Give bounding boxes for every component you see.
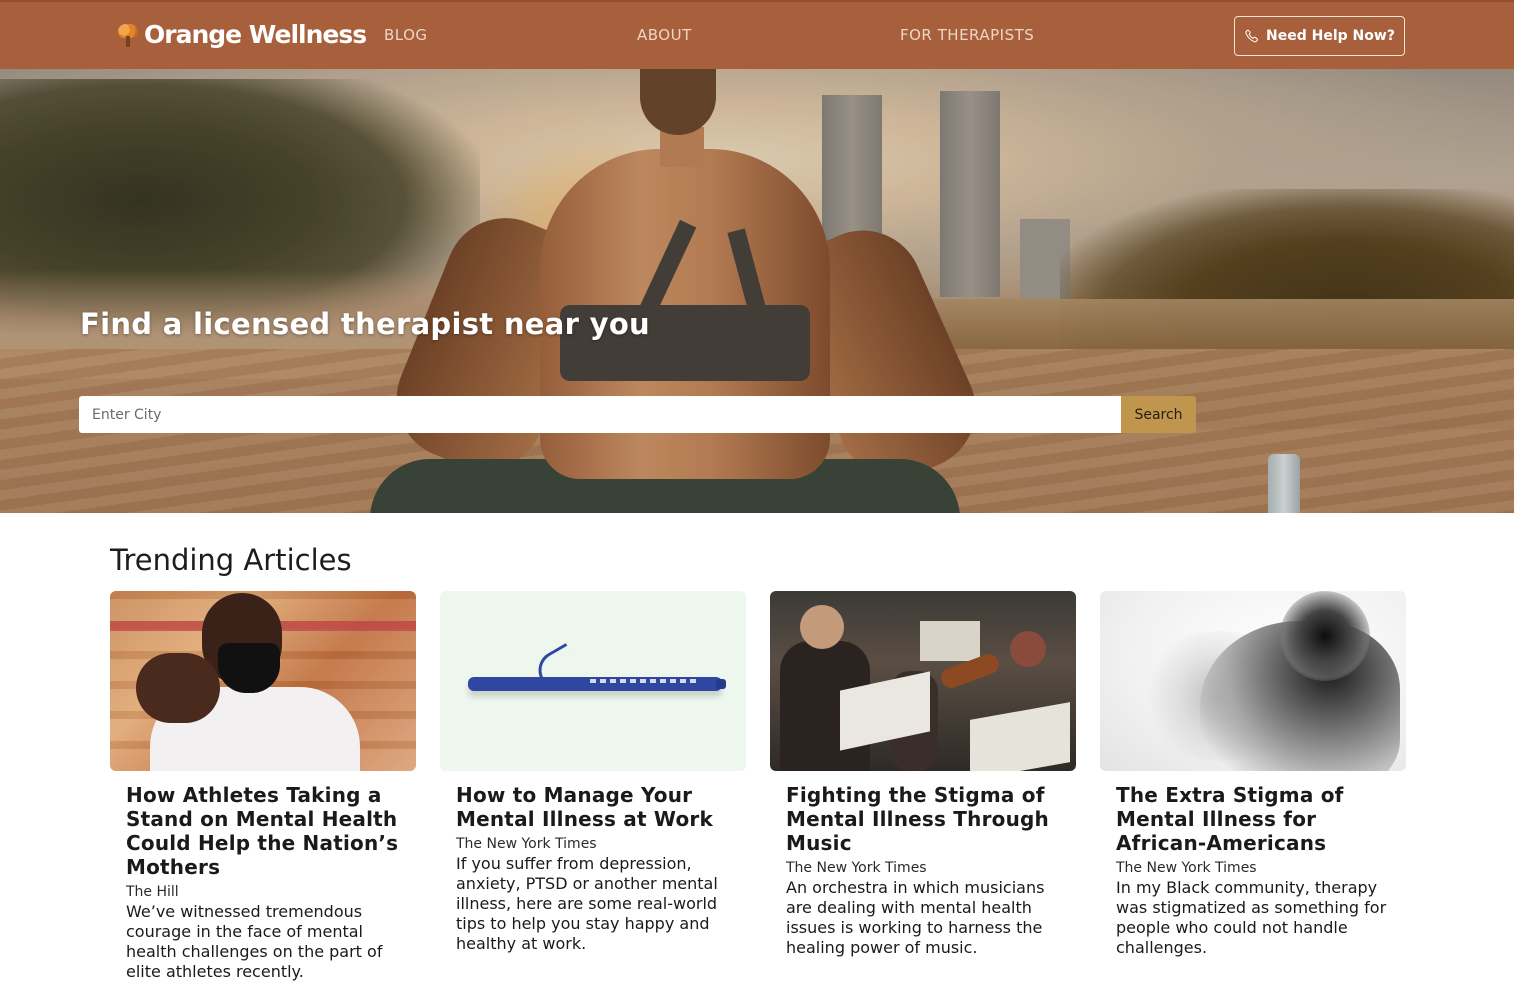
- article-card[interactable]: The Extra Stigma of Mental Illness for A…: [1100, 591, 1406, 958]
- article-card[interactable]: How to Manage Your Mental Illness at Wor…: [440, 591, 746, 954]
- article-thumbnail[interactable]: [440, 591, 746, 771]
- article-title[interactable]: How to Manage Your Mental Illness at Wor…: [456, 783, 730, 831]
- article-source: The New York Times: [1116, 860, 1257, 876]
- navbar: Orange Wellness BLOG ABOUT FOR THERAPIST…: [0, 0, 1514, 69]
- article-description: We’ve witnessed tremendous courage in th…: [126, 902, 383, 981]
- trending-articles-heading: Trending Articles: [110, 543, 352, 577]
- article-source: The New York Times: [786, 860, 927, 876]
- article-title[interactable]: Fighting the Stigma of Mental Illness Th…: [786, 783, 1060, 855]
- logo-text: Orange Wellness: [144, 20, 367, 49]
- article-title[interactable]: How Athletes Taking a Stand on Mental He…: [126, 783, 400, 879]
- nav-link-blog[interactable]: BLOG: [384, 26, 428, 44]
- hero-title: Find a licensed therapist near you: [80, 307, 651, 341]
- nav-link-about[interactable]: ABOUT: [637, 26, 692, 44]
- article-source: The Hill: [126, 884, 179, 900]
- article-thumbnail[interactable]: [770, 591, 1076, 771]
- article-description: An orchestra in which musicians are deal…: [786, 878, 1045, 957]
- article-card[interactable]: Fighting the Stigma of Mental Illness Th…: [770, 591, 1076, 958]
- article-description: If you suffer from depression, anxiety, …: [456, 854, 718, 953]
- search-button[interactable]: Search: [1121, 396, 1196, 433]
- article-title[interactable]: The Extra Stigma of Mental Illness for A…: [1116, 783, 1390, 855]
- article-thumbnail[interactable]: [110, 591, 416, 771]
- hero-banner: Find a licensed therapist near you Searc…: [0, 69, 1514, 513]
- city-search-input[interactable]: [79, 396, 1121, 433]
- article-card[interactable]: How Athletes Taking a Stand on Mental He…: [110, 591, 416, 982]
- phone-icon: [1245, 29, 1259, 43]
- article-description: In my Black community, therapy was stigm…: [1116, 878, 1387, 957]
- need-help-button[interactable]: Need Help Now?: [1234, 16, 1405, 56]
- logo-link[interactable]: Orange Wellness: [116, 20, 367, 50]
- article-thumbnail[interactable]: [1100, 591, 1406, 771]
- article-source: The New York Times: [456, 836, 597, 852]
- need-help-label: Need Help Now?: [1266, 28, 1395, 44]
- nav-link-for-therapists[interactable]: FOR THERAPISTS: [900, 26, 1034, 44]
- tree-logo-icon: [116, 22, 140, 48]
